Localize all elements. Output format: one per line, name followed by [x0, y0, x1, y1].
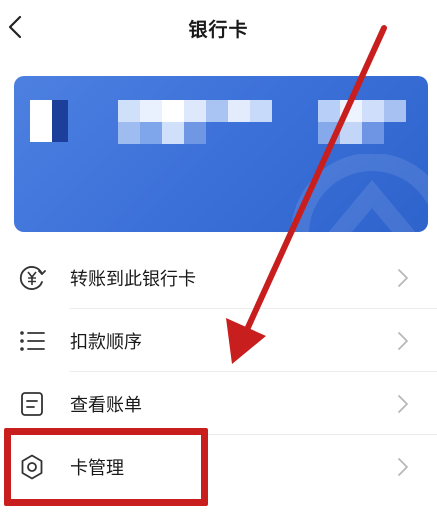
menu-list: 转账到此银行卡 扣款顺序 查看账单 卡管理: [0, 246, 437, 498]
bank-card[interactable]: [14, 76, 428, 232]
page-title: 银行卡: [188, 18, 249, 41]
list-order-icon: [18, 327, 46, 355]
menu-item-label: 查看账单: [70, 394, 142, 416]
back-button[interactable]: [2, 12, 28, 42]
screen: 银行卡 转账到此银行卡 扣款顺序 查看账单 卡管理: [0, 0, 437, 524]
yuan-transfer-icon: [18, 264, 46, 292]
chevron-right-icon: [398, 269, 408, 287]
menu-item-card-management[interactable]: 卡管理: [0, 435, 437, 498]
menu-item-label: 扣款顺序: [70, 331, 142, 353]
nav-header: 银行卡: [0, 0, 437, 56]
chevron-right-icon: [398, 332, 408, 350]
bank-logo-mosaic: [30, 100, 68, 142]
menu-item-label: 卡管理: [70, 457, 124, 479]
gear-icon: [18, 453, 46, 481]
bank-watermark-icon: [291, 154, 428, 232]
menu-item-deduction-order[interactable]: 扣款顺序: [0, 309, 437, 372]
menu-item-label: 转账到此银行卡: [70, 268, 196, 290]
bill-icon: [18, 390, 46, 418]
chevron-left-icon: [8, 15, 22, 39]
chevron-right-icon: [398, 458, 408, 476]
menu-item-view-bill[interactable]: 查看账单: [0, 372, 437, 435]
chevron-right-icon: [398, 395, 408, 413]
menu-item-transfer[interactable]: 转账到此银行卡: [0, 246, 437, 309]
